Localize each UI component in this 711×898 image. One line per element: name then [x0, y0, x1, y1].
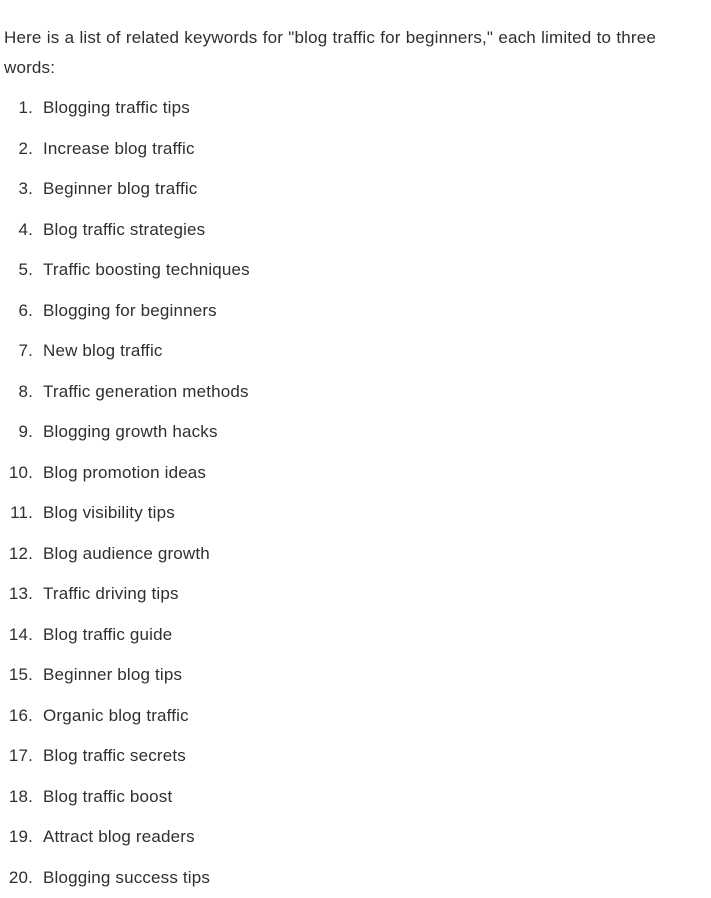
list-item: 7.New blog traffic: [0, 331, 700, 372]
list-item-marker: 8.: [0, 372, 33, 413]
list-item-label: Blogging traffic tips: [43, 88, 190, 129]
list-item-label: Blog promotion ideas: [43, 453, 206, 494]
list-item-label: Increase blog traffic: [43, 129, 195, 170]
list-item-marker: 7.: [0, 331, 33, 372]
list-item: 2.Increase blog traffic: [0, 129, 700, 170]
list-item-marker: 1.: [0, 88, 33, 129]
list-item: 13. Traffic driving tips: [0, 574, 700, 615]
list-item: 9.Blogging growth hacks: [0, 412, 700, 453]
list-item-marker: 12.: [0, 534, 33, 575]
list-item-label: Blog traffic secrets: [43, 736, 186, 777]
list-item-marker: 11.: [0, 493, 33, 534]
list-item-label: Blog audience growth: [43, 534, 210, 575]
list-item: 3.Beginner blog traffic: [0, 169, 700, 210]
list-item-label: New blog traffic: [43, 331, 163, 372]
list-item-label: Organic blog traffic: [43, 696, 189, 737]
list-item-marker: 10.: [0, 453, 33, 494]
list-item: 16. Organic blog traffic: [0, 696, 700, 737]
list-item-marker: 5.: [0, 250, 33, 291]
list-item-marker: 19.: [0, 817, 33, 858]
list-item-label: Attract blog readers: [43, 817, 195, 858]
list-item-marker: 16.: [0, 696, 33, 737]
list-item: 20. Blogging success tips: [0, 858, 700, 898]
list-item: 8.Traffic generation methods: [0, 372, 700, 413]
list-item-label: Traffic generation methods: [43, 372, 249, 413]
list-item: 1.Blogging traffic tips: [0, 88, 700, 129]
list-item-marker: 15.: [0, 655, 33, 696]
intro-paragraph: Here is a list of related keywords for "…: [4, 23, 694, 83]
keyword-list: 1.Blogging traffic tips2.Increase blog t…: [0, 88, 700, 898]
list-item-label: Blogging success tips: [43, 858, 210, 898]
list-item-marker: 13.: [0, 574, 33, 615]
document-page: Here is a list of related keywords for "…: [0, 0, 711, 884]
list-item: 12. Blog audience growth: [0, 534, 700, 575]
list-item: 18. Blog traffic boost: [0, 777, 700, 818]
list-item-marker: 6.: [0, 291, 33, 332]
list-item-marker: 20.: [0, 858, 33, 898]
list-item-label: Beginner blog tips: [43, 655, 182, 696]
list-item-marker: 9.: [0, 412, 33, 453]
list-item: 19. Attract blog readers: [0, 817, 700, 858]
list-item-label: Blogging for beginners: [43, 291, 217, 332]
list-item-label: Blog traffic strategies: [43, 210, 205, 251]
list-item-label: Traffic driving tips: [43, 574, 179, 615]
list-item: 14. Blog traffic guide: [0, 615, 700, 656]
list-item: 15. Beginner blog tips: [0, 655, 700, 696]
list-item-marker: 4.: [0, 210, 33, 251]
list-item-label: Beginner blog traffic: [43, 169, 197, 210]
list-item-marker: 3.: [0, 169, 33, 210]
list-item: 4.Blog traffic strategies: [0, 210, 700, 251]
list-item-marker: 17.: [0, 736, 33, 777]
list-item-label: Traffic boosting techniques: [43, 250, 250, 291]
list-item-label: Blog traffic boost: [43, 777, 172, 818]
list-item: 10. Blog promotion ideas: [0, 453, 700, 494]
list-item-label: Blogging growth hacks: [43, 412, 218, 453]
list-item: 6.Blogging for beginners: [0, 291, 700, 332]
list-item: 11. Blog visibility tips: [0, 493, 700, 534]
list-item-label: Blog visibility tips: [43, 493, 175, 534]
list-item: 17. Blog traffic secrets: [0, 736, 700, 777]
list-item: 5.Traffic boosting techniques: [0, 250, 700, 291]
list-item-marker: 18.: [0, 777, 33, 818]
list-item-marker: 14.: [0, 615, 33, 656]
list-item-marker: 2.: [0, 129, 33, 170]
list-item-label: Blog traffic guide: [43, 615, 172, 656]
